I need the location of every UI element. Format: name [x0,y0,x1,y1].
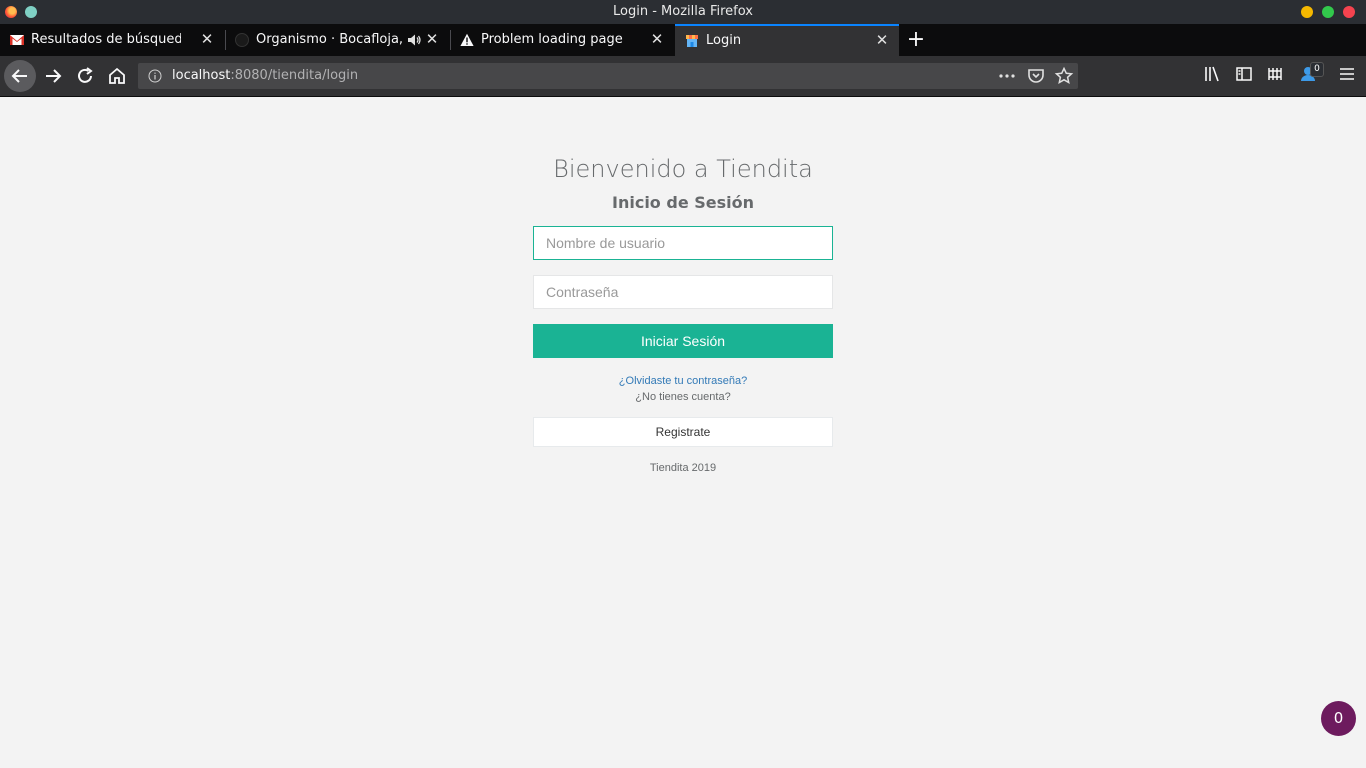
home-button[interactable] [105,64,129,88]
tab-label: Problem loading page [481,32,623,47]
login-subtitle: Inicio de Sesión [612,193,754,212]
back-button[interactable] [4,60,36,92]
container-tabs-icon[interactable] [1266,64,1286,84]
tab-label: Resultados de búsqueda - c [31,32,181,47]
library-icon[interactable] [1202,64,1222,84]
close-window-button[interactable] [1343,6,1355,18]
info-icon[interactable] [148,69,162,83]
tab-label: Organismo · Bocafloja, R [256,32,404,47]
pocket-icon[interactable] [1026,66,1046,86]
tab-strip: Resultados de búsqueda - c ✕ Organismo ·… [0,24,1366,56]
close-tab-icon[interactable]: ✕ [875,33,889,48]
arrow-right-icon [46,69,62,83]
close-tab-icon[interactable]: ✕ [650,32,664,47]
arrow-left-icon [11,69,27,83]
page-actions-icon[interactable] [997,66,1017,86]
close-tab-icon[interactable]: ✕ [425,32,439,47]
hamburger-menu-icon[interactable] [1337,64,1357,84]
floating-notification-badge[interactable]: 0 [1321,701,1356,736]
login-button[interactable]: Iniciar Sesión [533,324,833,358]
url-host: localhost [172,68,231,83]
footer-copyright: Tiendita 2019 [649,462,717,474]
welcome-heading: Bienvenido a Tiendita [553,155,813,183]
close-tab-icon[interactable]: ✕ [200,32,214,47]
window-title: Login - Mozilla Firefox [613,4,753,19]
sidebar-icon[interactable] [1234,64,1254,84]
password-input[interactable] [533,275,833,309]
tab-problem-loading[interactable]: Problem loading page ✕ [450,24,674,56]
home-icon [109,67,125,84]
url-text[interactable]: localhost:8080/tiendita/login [172,63,358,89]
site-icon [235,33,249,47]
page-content: Bienvenido a Tiendita Inicio de Sesión I… [0,97,1366,768]
warning-icon [460,33,474,46]
tab-login[interactable]: Login ✕ [675,24,899,56]
url-bar[interactable]: localhost:8080/tiendita/login [138,63,1078,89]
forward-button[interactable] [41,64,65,88]
tab-organismo[interactable]: Organismo · Bocafloja, R ✕ [225,24,449,56]
tab-label: Login [706,33,742,48]
navigation-toolbar: localhost:8080/tiendita/login [0,56,1366,97]
reload-button[interactable] [73,64,97,88]
extension-badge: 0 [1310,62,1324,77]
new-tab-button[interactable]: + [906,29,926,51]
register-button[interactable]: Registrate [533,417,833,447]
window-titlebar: Login - Mozilla Firefox [0,0,1366,24]
tiendita-icon [686,35,698,47]
bookmark-star-icon[interactable] [1054,66,1074,86]
reload-icon [78,67,93,83]
forgot-password-link[interactable]: ¿Olvidaste tu contraseña? [433,375,933,387]
minimize-button[interactable] [1301,6,1313,18]
url-path: :8080/tiendita/login [230,68,359,83]
username-input[interactable] [533,226,833,260]
tab-gmail[interactable]: Resultados de búsqueda - c ✕ [0,24,224,56]
speaker-icon[interactable] [407,33,421,47]
gmail-icon [10,35,24,45]
no-account-text: ¿No tienes cuenta? [635,391,731,403]
maximize-button[interactable] [1322,6,1334,18]
